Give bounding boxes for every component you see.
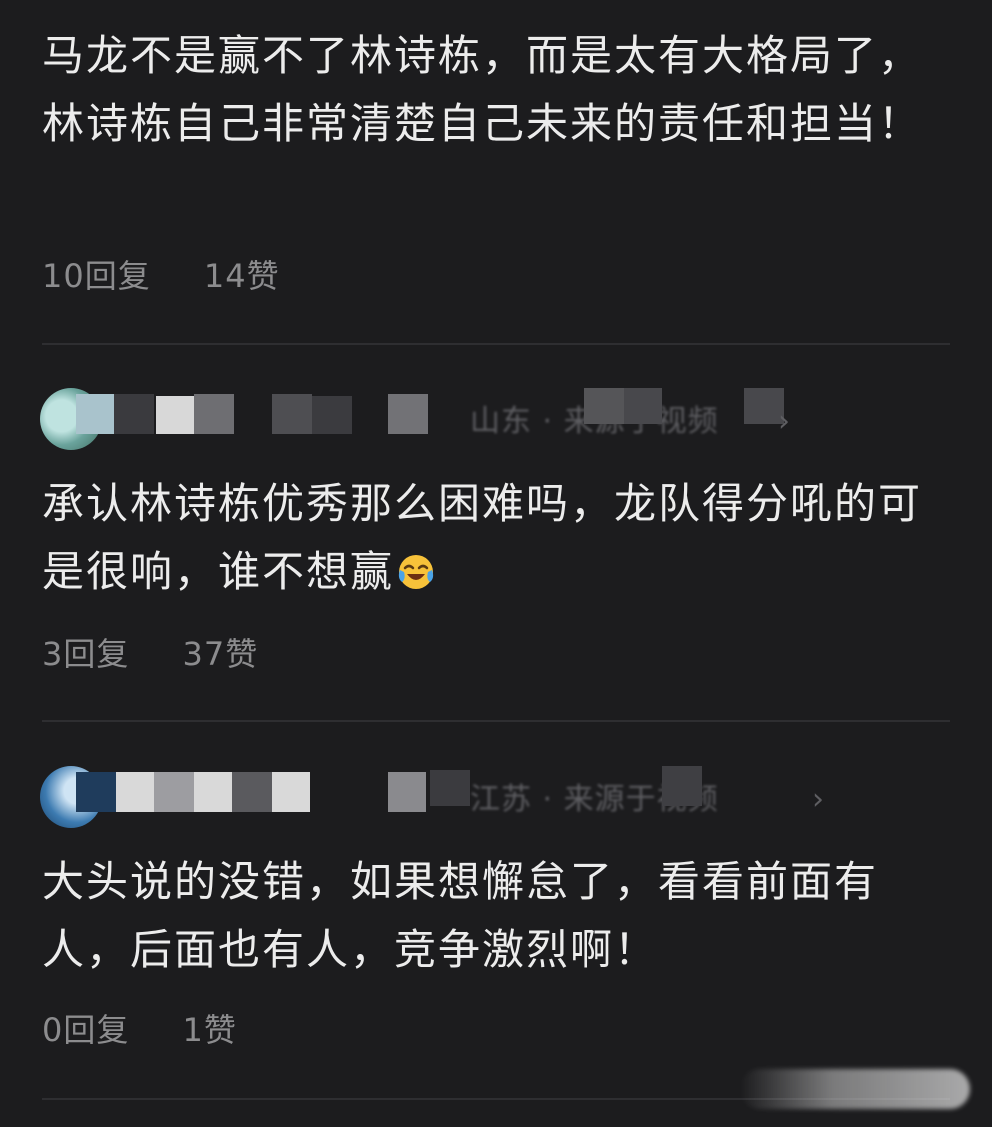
comment-2-text: 承认林诗栋优秀那么困难吗，龙队得分吼的可是很响，谁不想赢 <box>42 470 952 606</box>
comment-2-author-row[interactable]: 山东 · 来源于视频 › <box>40 388 940 452</box>
comment-3-author-row[interactable]: 江苏 · 来源于视频 › <box>40 766 940 830</box>
reply-count[interactable]: 0回复 <box>42 1010 129 1050</box>
chevron-right-icon[interactable]: › <box>812 780 824 820</box>
like-count[interactable]: 1赞 <box>183 1010 237 1050</box>
comment-1-meta: 10回复 14赞 <box>42 256 280 296</box>
divider <box>42 720 950 722</box>
comment-2-meta: 3回复 37赞 <box>42 634 258 674</box>
blurred-source-overlay <box>584 388 784 424</box>
like-count[interactable]: 37赞 <box>183 634 259 674</box>
crying-laughing-emoji-icon <box>398 555 434 589</box>
watermark <box>740 1069 970 1109</box>
chevron-right-icon[interactable]: › <box>778 402 790 442</box>
comment-1-text: 马龙不是赢不了林诗栋，而是太有大格局了，林诗栋自己非常清楚自己未来的责任和担当！ <box>42 31 923 148</box>
like-count[interactable]: 14赞 <box>204 256 280 296</box>
comment-3-meta: 0回复 1赞 <box>42 1010 237 1050</box>
reply-count[interactable]: 10回复 <box>42 256 151 296</box>
comment-2-text-body: 承认林诗栋优秀那么困难吗，龙队得分吼的可是很响，谁不想赢 <box>42 479 923 596</box>
divider <box>42 343 950 345</box>
comment-3-text: 大头说的没错，如果想懈怠了，看看前面有人，后面也有人，竞争激烈啊！ <box>42 857 879 974</box>
reply-count[interactable]: 3回复 <box>42 634 129 674</box>
blurred-source-overlay <box>430 766 702 806</box>
